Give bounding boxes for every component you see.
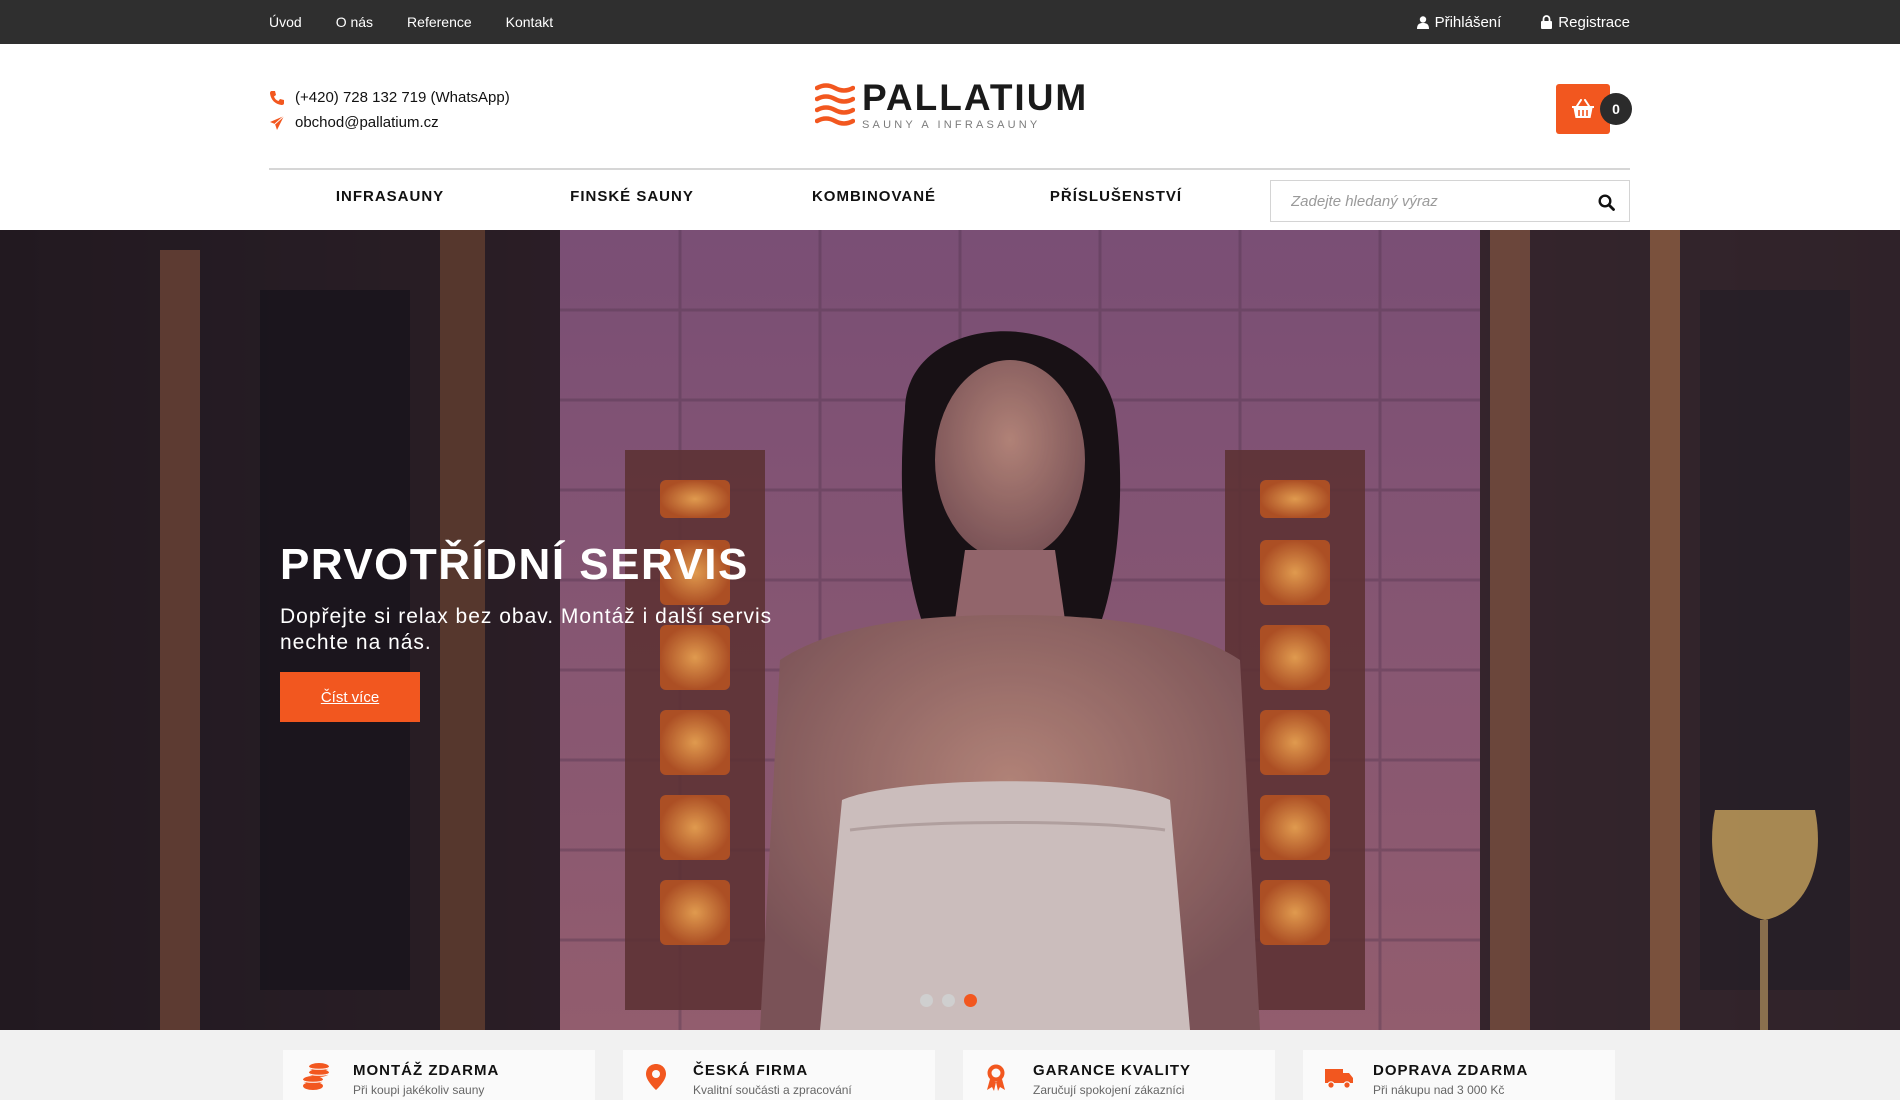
phone-contact[interactable]: (+420) 728 132 719 (WhatsApp) (269, 85, 510, 110)
features-bar: MONTÁŽ ZDARMA Při koupi jakékoliv sauny … (0, 1030, 1900, 1100)
register-label: Registrace (1558, 13, 1630, 31)
feature-subtitle: Při koupi jakékoliv sauny (353, 1083, 485, 1097)
register-link[interactable]: Registrace (1541, 14, 1630, 31)
feature-subtitle: Při nákupu nad 3 000 Kč (1373, 1083, 1505, 1097)
feature-title: ČESKÁ FIRMA (693, 1062, 809, 1079)
feature-title: MONTÁŽ ZDARMA (353, 1062, 500, 1079)
logo-waves-icon (815, 83, 855, 126)
hero-slider: PRVOTŘÍDNÍ SERVIS Dopřejte si relax bez … (0, 230, 1900, 1030)
top-nav: Úvod O nás Reference Kontakt (269, 0, 587, 44)
feature-garance: GARANCE KVALITY Zaručují spokojení zákaz… (963, 1050, 1275, 1100)
lock-icon (1541, 15, 1553, 29)
map-marker-icon (646, 1064, 666, 1090)
read-more-button[interactable]: Číst více (280, 672, 420, 722)
search-icon (1597, 193, 1615, 211)
feature-subtitle: Kvalitní součásti a zpracování (693, 1083, 852, 1097)
coins-icon (302, 1063, 330, 1090)
feature-title: DOPRAVA ZDARMA (1373, 1062, 1529, 1079)
login-link[interactable]: Přihlášení (1416, 13, 1502, 31)
email-address: obchod@pallatium.cz (295, 114, 439, 131)
feature-ceska-firma: ČESKÁ FIRMA Kvalitní součásti a zpracová… (623, 1050, 935, 1100)
nav-item-kombinovane[interactable]: KOMBINOVANÉ (753, 172, 995, 222)
login-label: Přihlášení (1434, 13, 1502, 31)
logo-tagline: SAUNY A INFRASAUNY (862, 119, 1041, 131)
hero-subtitle: Dopřejte si relax bez obav. Montáž i dal… (280, 605, 773, 654)
auth-links: Přihlášení Registrace (1377, 0, 1630, 44)
basket-icon (1572, 99, 1594, 118)
logo-text: PALLATIUM SAUNY A INFRASAUNY (862, 77, 1089, 131)
site-logo[interactable]: PALLATIUM SAUNY A INFRASAUNY (815, 77, 1089, 131)
main-nav: INFRASAUNY FINSKÉ SAUNY KOMBINOVANÉ PŘÍS… (269, 172, 1237, 222)
search-input[interactable] (1271, 181, 1581, 221)
slider-dot-3[interactable] (964, 994, 977, 1007)
nav-item-finske-sauny[interactable]: FINSKÉ SAUNY (511, 172, 753, 222)
hero-title: PRVOTŘÍDNÍ SERVIS (280, 540, 749, 589)
truck-icon (1325, 1069, 1353, 1089)
phone-icon (270, 90, 284, 105)
header-contacts: (+420) 728 132 719 (WhatsApp) obchod@pal… (269, 85, 510, 135)
feature-title: GARANCE KVALITY (1033, 1062, 1192, 1079)
user-icon (1416, 15, 1429, 29)
feature-doprava: DOPRAVA ZDARMA Při nákupu nad 3 000 Kč (1303, 1050, 1615, 1100)
slider-dots (920, 994, 986, 1007)
top-nav-link-reference[interactable]: Reference (407, 14, 472, 30)
search-box (1270, 180, 1630, 222)
feature-subtitle: Zaručují spokojení zákazníci (1033, 1083, 1185, 1097)
feature-montaz: MONTÁŽ ZDARMA Při koupi jakékoliv sauny (283, 1050, 595, 1100)
header-divider (269, 168, 1630, 170)
slider-dot-2[interactable] (942, 994, 955, 1007)
top-nav-link-kontakt[interactable]: Kontakt (506, 14, 553, 30)
search-button[interactable] (1593, 189, 1619, 215)
slider-dot-1[interactable] (920, 994, 933, 1007)
award-icon (987, 1064, 1005, 1091)
top-bar: Úvod O nás Reference Kontakt Přihlášení … (0, 0, 1900, 44)
nav-item-prislusenstvi[interactable]: PŘÍSLUŠENSTVÍ (995, 172, 1237, 222)
logo-name: PALLATIUM (862, 77, 1089, 118)
nav-item-infrasauny[interactable]: INFRASAUNY (269, 172, 511, 222)
phone-number: (+420) 728 132 719 (WhatsApp) (295, 89, 510, 106)
top-nav-link-uvod[interactable]: Úvod (269, 14, 302, 30)
paper-plane-icon (270, 115, 285, 130)
cart-count-badge: 0 (1600, 93, 1632, 125)
hero-caption: PRVOTŘÍDNÍ SERVIS Dopřejte si relax bez … (280, 540, 840, 656)
top-nav-link-o-nas[interactable]: O nás (336, 14, 373, 30)
email-contact[interactable]: obchod@pallatium.cz (269, 110, 510, 135)
